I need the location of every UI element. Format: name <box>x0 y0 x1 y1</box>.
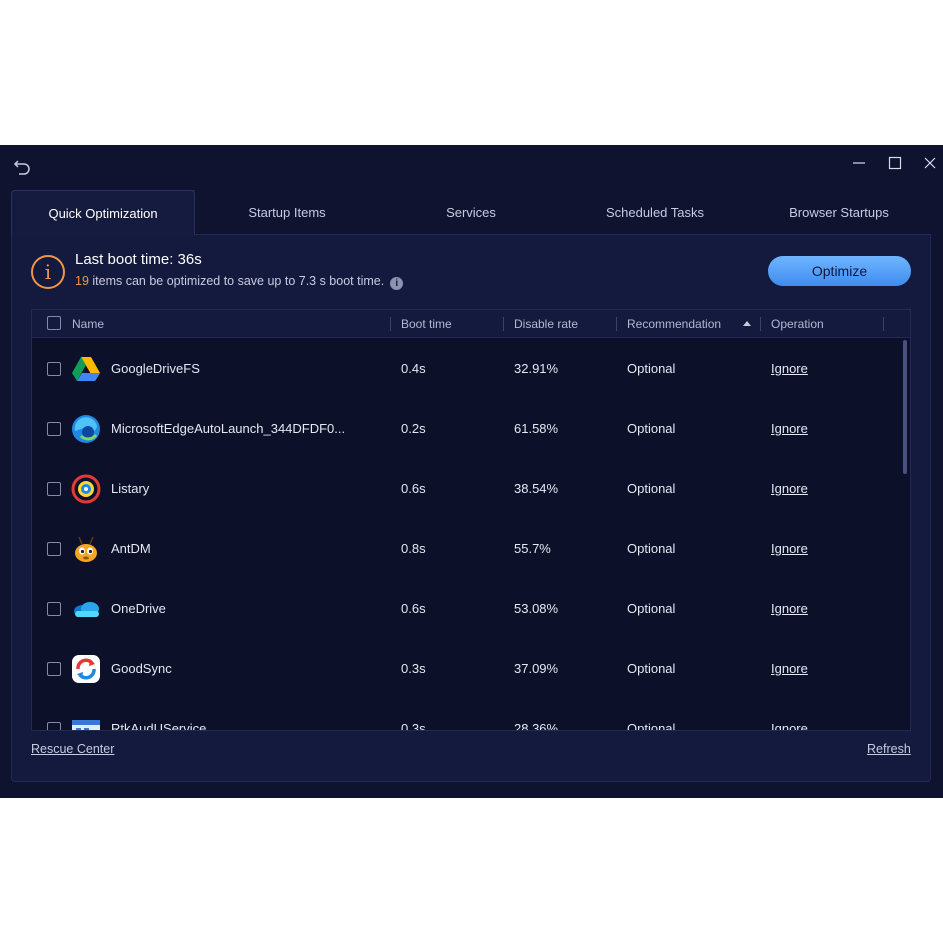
app-name: GoodSync <box>111 661 172 676</box>
column-header-recommendation[interactable]: Recommendation <box>627 310 721 338</box>
app-name: MicrosoftEdgeAutoLaunch_344DFDF0... <box>111 421 346 436</box>
minimize-icon[interactable] <box>851 155 867 171</box>
column-divider[interactable] <box>390 317 391 331</box>
boot-time-value: 0.8s <box>401 541 426 556</box>
maximize-icon[interactable] <box>887 155 903 171</box>
recommendation-value: Optional <box>627 541 676 556</box>
row-checkbox[interactable] <box>47 722 61 730</box>
disable-rate-value: 37.09% <box>514 661 559 676</box>
last-boot-time: Last boot time: 36s <box>75 251 202 268</box>
listary-icon <box>71 474 101 504</box>
onedrive-icon <box>71 594 101 624</box>
ignore-link[interactable]: Ignore <box>771 579 808 639</box>
recommendation-value: Optional <box>627 721 676 731</box>
disable-rate-value: 38.54% <box>514 481 559 496</box>
disable-rate-value: 61.58% <box>514 421 559 436</box>
goodsync-icon <box>71 654 101 684</box>
recommendation-value: Optional <box>627 601 676 616</box>
table-row[interactable]: GoogleDriveFS 0.4s 32.91% Optional Ignore <box>32 339 902 399</box>
row-checkbox[interactable] <box>47 362 61 376</box>
recommendation-value: Optional <box>627 421 676 436</box>
table-row[interactable]: AntDM 0.8s 55.7% Optional Ignore <box>32 519 902 579</box>
recommendation-value: Optional <box>627 481 676 496</box>
recommendation-value: Optional <box>627 661 676 676</box>
app-name: OneDrive <box>111 601 166 616</box>
boot-time-value: 0.3s <box>401 661 426 676</box>
ignore-link[interactable]: Ignore <box>771 339 808 399</box>
edge-icon <box>71 414 101 444</box>
google-drive-icon <box>71 354 101 384</box>
column-header-name[interactable]: Name <box>72 310 104 338</box>
column-divider <box>883 317 884 331</box>
ignore-link[interactable]: Ignore <box>771 459 808 519</box>
disable-rate-value: 55.7% <box>514 541 551 556</box>
info-icon: i <box>31 255 65 289</box>
boot-time-value: 0.6s <box>401 481 426 496</box>
column-divider[interactable] <box>616 317 617 331</box>
ignore-link[interactable]: Ignore <box>771 519 808 579</box>
tab-startup-items[interactable]: Startup Items <box>195 190 379 235</box>
sort-ascending-icon[interactable] <box>743 321 751 326</box>
table-row[interactable]: RtkAudUService 0.3s 28.36% Optional Ignore <box>32 699 902 731</box>
app-name: AntDM <box>111 541 151 556</box>
row-checkbox[interactable] <box>47 662 61 676</box>
table-row[interactable]: MicrosoftEdgeAutoLaunch_344DFDF0... 0.2s 6… <box>32 399 902 459</box>
realtek-audio-icon <box>71 714 101 730</box>
tab-quick-optimization[interactable]: Quick Optimization <box>11 190 195 235</box>
optimization-summary-text: items can be optimized to save up to 7.3… <box>88 274 385 288</box>
rescue-center-link[interactable]: Rescue Center <box>31 742 114 756</box>
row-checkbox[interactable] <box>47 422 61 436</box>
boot-time-value: 0.3s <box>401 721 426 731</box>
table-row[interactable]: GoodSync 0.3s 37.09% Optional Ignore <box>32 639 902 699</box>
ignore-link[interactable]: Ignore <box>771 399 808 459</box>
app-name: GoogleDriveFS <box>111 361 200 376</box>
disable-rate-value: 28.36% <box>514 721 559 731</box>
column-divider[interactable] <box>503 317 504 331</box>
boot-time-value: 0.4s <box>401 361 426 376</box>
app-window: Quick Optimization Startup Items Service… <box>0 145 943 798</box>
row-checkbox[interactable] <box>47 602 61 616</box>
boot-time-value: 0.2s <box>401 421 426 436</box>
table-header: Name Boot time Disable rate Recommendati… <box>32 310 910 338</box>
tab-bar: Quick Optimization Startup Items Service… <box>11 190 931 235</box>
refresh-link[interactable]: Refresh <box>867 742 911 756</box>
column-header-disable-rate[interactable]: Disable rate <box>514 310 578 338</box>
title-bar <box>0 145 943 185</box>
table-row[interactable]: Listary 0.6s 38.54% Optional Ignore <box>32 459 902 519</box>
row-checkbox[interactable] <box>47 542 61 556</box>
table-body: GoogleDriveFS 0.4s 32.91% Optional Ignore Mic… <box>32 339 910 731</box>
tab-services[interactable]: Services <box>379 190 563 235</box>
tab-scheduled-tasks[interactable]: Scheduled Tasks <box>563 190 747 235</box>
disable-rate-value: 53.08% <box>514 601 559 616</box>
column-divider[interactable] <box>760 317 761 331</box>
column-header-boot-time[interactable]: Boot time <box>401 310 452 338</box>
optimizable-count: 19 <box>75 274 89 288</box>
disable-rate-value: 32.91% <box>514 361 559 376</box>
close-icon[interactable] <box>922 155 938 171</box>
tab-browser-startups[interactable]: Browser Startups <box>747 190 931 235</box>
app-name: RtkAudUService <box>111 721 207 731</box>
select-all-checkbox[interactable] <box>47 316 61 330</box>
recommendation-value: Optional <box>627 361 676 376</box>
row-checkbox[interactable] <box>47 482 61 496</box>
help-icon[interactable]: i <box>390 277 404 290</box>
app-name: Listary <box>111 481 150 496</box>
table-row[interactable]: OneDrive 0.6s 53.08% Optional Ignore <box>32 579 902 639</box>
boot-time-value: 0.6s <box>401 601 426 616</box>
ignore-link[interactable]: Ignore <box>771 639 808 699</box>
optimization-summary: 19 items can be optimized to save up to … <box>75 274 404 290</box>
startup-table: Name Boot time Disable rate Recommendati… <box>31 309 911 731</box>
undo-arrow-icon[interactable] <box>12 157 32 177</box>
column-header-operation: Operation <box>771 317 824 331</box>
ignore-link[interactable]: Ignore <box>771 699 808 730</box>
vertical-scrollbar[interactable] <box>903 340 907 474</box>
optimize-button[interactable]: Optimize <box>768 256 911 286</box>
antdm-icon <box>71 534 101 564</box>
